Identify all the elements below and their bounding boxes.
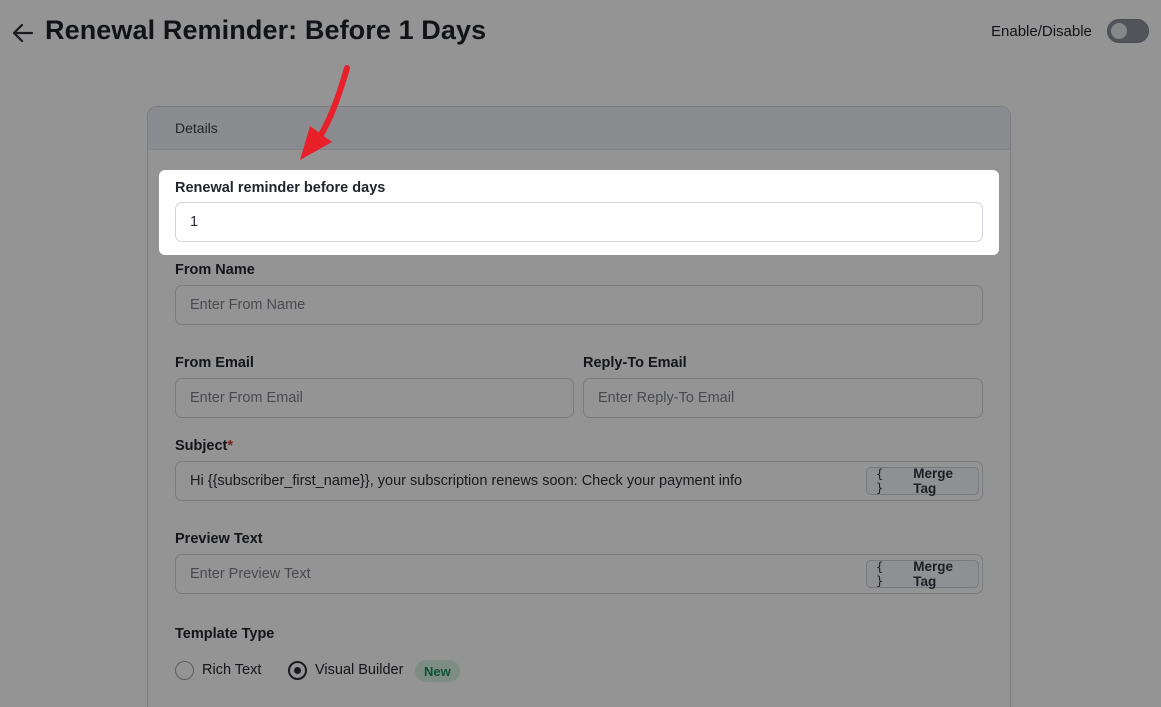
dim-overlay [0, 0, 1161, 707]
renewal-days-input[interactable] [175, 202, 983, 242]
page: Renewal Reminder: Before 1 Days Enable/D… [0, 0, 1161, 707]
annotation-arrow-icon [300, 65, 350, 160]
renewal-days-label: Renewal reminder before days [175, 180, 386, 196]
highlighted-field-renewal-days: Renewal reminder before days [159, 170, 999, 255]
